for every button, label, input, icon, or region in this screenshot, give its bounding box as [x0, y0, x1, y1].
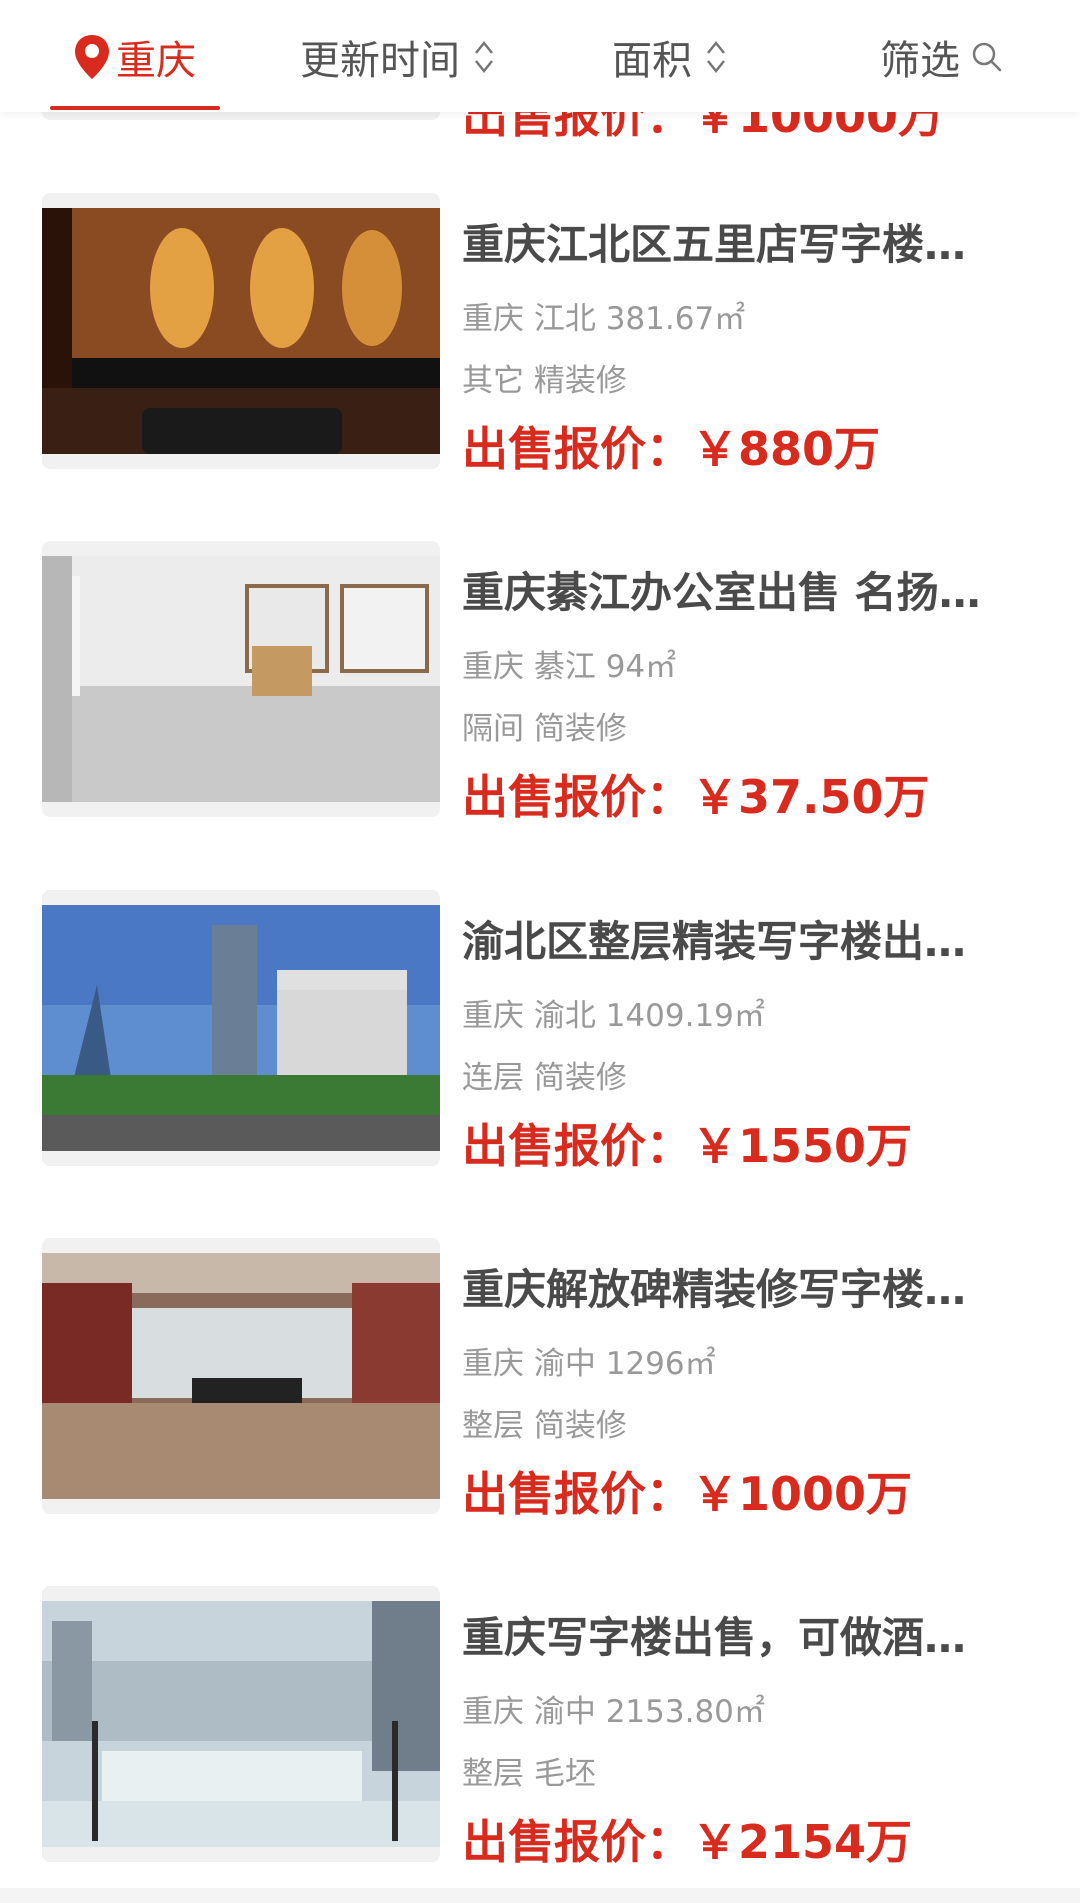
listing-title[interactable]: 重庆綦江办公室出售 名扬…	[462, 559, 1022, 620]
listing-card[interactable]: 重庆綦江办公室出售 名扬… 重庆 綦江 94㎡ 隔间 简装修 出售报价：￥37.…	[0, 541, 1080, 831]
active-tab-underline	[50, 106, 220, 110]
listing-photo[interactable]	[42, 541, 440, 817]
filter-label: 筛选	[880, 38, 960, 84]
listing-location-area: 重庆 渝中 1296㎡	[462, 1346, 716, 1382]
listing-tags: 整层 毛坯	[462, 1756, 596, 1792]
listing-title[interactable]: 重庆解放碑精装修写字楼…	[462, 1256, 1022, 1317]
filter-bar: 重庆 更新时间 面积 筛选	[0, 0, 1080, 112]
listing-price: 出售报价：￥1550万	[462, 1119, 913, 1173]
city-selector[interactable]: 重庆	[72, 22, 196, 92]
city-label: 重庆	[116, 38, 196, 84]
listing-location-area: 重庆 綦江 94㎡	[462, 649, 677, 685]
listing-price: 出售报价：￥2154万	[462, 1815, 913, 1869]
sort-arrows-icon	[707, 40, 725, 74]
building-photo-image	[42, 905, 440, 1151]
listing-tags: 隔间 简装修	[462, 711, 627, 747]
listing-location-area: 重庆 江北 381.67㎡	[462, 301, 746, 337]
office-photo-image	[42, 208, 440, 454]
listing-tags: 整层 简装修	[462, 1408, 627, 1444]
listing-price: 出售报价：￥1000万	[462, 1467, 913, 1521]
sort-area-label: 面积	[612, 38, 692, 84]
city-view-photo-image	[42, 1601, 440, 1847]
listing-photo[interactable]	[42, 890, 440, 1166]
sort-update-time[interactable]: 更新时间	[300, 22, 496, 92]
sort-area[interactable]: 面积	[612, 22, 728, 92]
listing-title[interactable]: 重庆写字楼出售，可做酒…	[462, 1604, 1022, 1665]
listing-photo[interactable]	[42, 1586, 440, 1862]
sort-update-time-label: 更新时间	[300, 38, 460, 84]
listing-photo[interactable]	[42, 193, 440, 469]
listing-page: 出售报价：￥10000万 重庆 更新时间 面积 筛选 重庆江北区五里店写字楼… …	[0, 0, 1080, 1903]
listing-title[interactable]: 渝北区整层精装写字楼出…	[462, 908, 1022, 969]
office-photo-image	[42, 556, 440, 802]
listing-photo[interactable]	[42, 1238, 440, 1514]
office-photo-image	[42, 1253, 440, 1499]
bottom-edge	[0, 1888, 1080, 1903]
listing-card[interactable]: 渝北区整层精装写字楼出… 重庆 渝北 1409.19㎡ 连层 简装修 出售报价：…	[0, 890, 1080, 1180]
listing-location-area: 重庆 渝北 1409.19㎡	[462, 998, 765, 1034]
listing-tags: 连层 简装修	[462, 1060, 627, 1096]
listing-card[interactable]: 重庆江北区五里店写字楼… 重庆 江北 381.67㎡ 其它 精装修 出售报价：￥…	[0, 193, 1080, 483]
location-pin-icon	[75, 35, 109, 79]
listing-location-area: 重庆 渝中 2153.80㎡	[462, 1694, 765, 1730]
listing-card[interactable]: 重庆解放碑精装修写字楼… 重庆 渝中 1296㎡ 整层 简装修 出售报价：￥10…	[0, 1238, 1080, 1528]
listing-card[interactable]: 重庆写字楼出售，可做酒… 重庆 渝中 2153.80㎡ 整层 毛坯 出售报价：￥…	[0, 1586, 1080, 1876]
listing-price: 出售报价：￥880万	[462, 422, 881, 476]
sort-arrows-icon	[475, 40, 493, 74]
listing-price: 出售报价：￥37.50万	[462, 770, 930, 824]
listing-title[interactable]: 重庆江北区五里店写字楼…	[462, 211, 1022, 272]
search-icon	[972, 42, 1002, 72]
filter-button[interactable]: 筛选	[880, 22, 1004, 92]
listing-tags: 其它 精装修	[462, 363, 627, 399]
